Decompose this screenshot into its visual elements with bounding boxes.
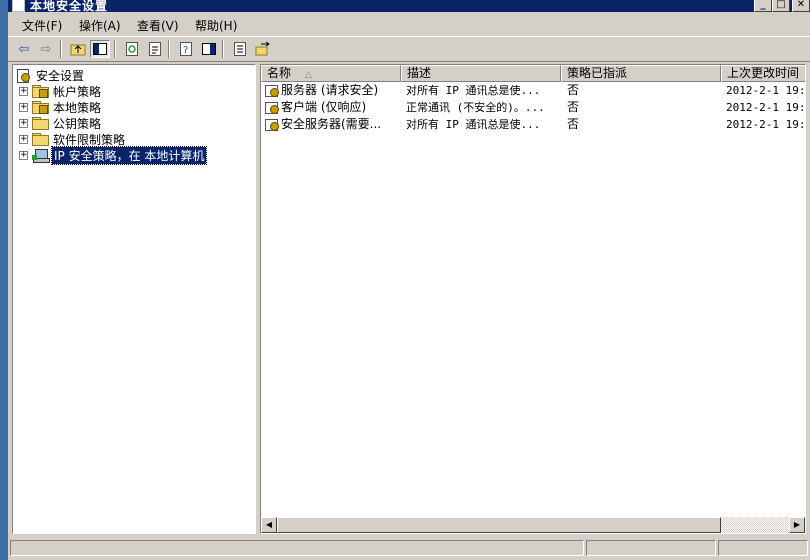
scroll-right-button[interactable]: ▶ — [789, 517, 805, 533]
cell-assigned: 否 — [567, 83, 580, 97]
status-cell-main — [10, 540, 584, 556]
scroll-track[interactable] — [721, 517, 789, 533]
expand-icon[interactable]: + — [19, 118, 28, 128]
tree-item-account-policy[interactable]: + 帐户策略 — [19, 83, 103, 99]
tree-item-local-policy[interactable]: + 本地策略 — [19, 99, 103, 115]
toolbar-separator — [60, 40, 62, 58]
cell-assigned: 否 — [567, 117, 580, 131]
folder-icon — [32, 117, 49, 130]
list-pane[interactable]: 名称 △ 描述 策略已指派 上次更改时间 服务器 (请求安全) 对所有 IP 通讯… — [260, 64, 806, 534]
list-row[interactable]: 客户端 (仅响应) 正常通讯 (不安全的)。... 否 2012-2-1 19:… — [261, 99, 806, 116]
app-icon — [12, 0, 25, 12]
column-header-label: 名称 — [267, 66, 292, 80]
tree-item-label: 软件限制策略 — [53, 132, 126, 147]
policy-icon — [265, 101, 279, 114]
cell-modified: 2012-2-1 19:5 — [726, 84, 806, 97]
column-header-modified[interactable]: 上次更改时间 — [721, 65, 805, 82]
cell-modified: 2012-2-1 19:5 — [726, 101, 806, 114]
menu-bar: 文件(F) 操作(A) 查看(V) 帮助(H) — [8, 12, 810, 36]
menu-action[interactable]: 操作(A) — [79, 17, 121, 34]
back-icon[interactable]: ⇦ — [14, 40, 34, 58]
cell-name: 安全服务器(需要... — [265, 116, 399, 133]
cell-name: 服务器 (请求安全) — [265, 82, 399, 99]
column-header-name[interactable]: 名称 △ — [261, 65, 401, 82]
help-icon[interactable]: ? — [176, 40, 196, 58]
cell-modified: 2012-2-1 19:5 — [726, 118, 806, 131]
policy-icon — [265, 118, 279, 131]
toolbar-separator — [168, 40, 170, 58]
scroll-left-button[interactable]: ◀ — [261, 517, 277, 533]
menu-file[interactable]: 文件(F) — [22, 17, 62, 34]
menu-view[interactable]: 查看(V) — [137, 17, 179, 34]
cell-description: 正常通讯 (不安全的)。... — [406, 101, 545, 114]
tree-pane[interactable]: 安全设置 + 帐户策略 + 本地策略 + 公钥策略 + 软件限制策略 + IP … — [12, 64, 256, 534]
cell-assigned: 否 — [567, 100, 580, 114]
list-row[interactable]: 服务器 (请求安全) 对所有 IP 通讯总是使... 否 2012-2-1 19… — [261, 82, 806, 99]
tree-root-label: 安全设置 — [36, 68, 85, 83]
close-button[interactable]: ✕ — [792, 0, 810, 12]
minimize-button[interactable]: _ — [754, 0, 772, 12]
title-bar[interactable]: 本地安全设置 _ □ ✕ — [8, 0, 810, 13]
tree-root[interactable]: 安全设置 — [15, 67, 86, 83]
action-pane-icon[interactable] — [199, 40, 219, 58]
maximize-button[interactable]: □ — [772, 0, 790, 12]
ip-security-icon — [32, 148, 50, 163]
show-hide-tree-icon[interactable] — [90, 40, 110, 58]
properties-icon[interactable] — [230, 40, 250, 58]
horizontal-scrollbar[interactable]: ◀ ▶ — [261, 517, 805, 533]
toolbar-separator — [222, 40, 224, 58]
toolbar: ⇦ ⇨ ? — [8, 36, 810, 62]
column-header-label: 描述 — [407, 66, 432, 80]
column-header-description[interactable]: 描述 — [401, 65, 561, 82]
tree-item-label: IP 安全策略，在 本地计算机 — [50, 145, 208, 165]
expand-icon[interactable]: + — [19, 86, 28, 96]
export-list-icon[interactable] — [145, 40, 165, 58]
toolbar-separator — [114, 40, 116, 58]
policy-icon — [265, 84, 279, 97]
status-cell-3 — [718, 540, 808, 556]
main-window: 本地安全设置 _ □ ✕ 文件(F) 操作(A) 查看(V) 帮助(H) ⇦ ⇨… — [8, 0, 810, 560]
list-header: 名称 △ 描述 策略已指派 上次更改时间 — [261, 65, 805, 82]
sort-up-icon: △ — [305, 70, 312, 80]
folder-lock-icon — [32, 85, 49, 98]
tree-item-ip-security[interactable]: + IP 安全策略，在 本地计算机 — [19, 145, 208, 165]
cell-description: 对所有 IP 通讯总是使... — [406, 118, 541, 131]
expand-icon[interactable]: + — [19, 102, 28, 112]
column-header-label: 上次更改时间 — [727, 66, 800, 80]
folder-icon — [32, 133, 49, 146]
tree-item-software-restriction[interactable]: + 软件限制策略 — [19, 131, 127, 147]
status-bar — [8, 538, 810, 558]
assign-icon[interactable] — [253, 40, 273, 58]
column-header-label: 策略已指派 — [567, 66, 628, 80]
tree-item-label: 公钥策略 — [53, 116, 102, 131]
svg-text:?: ? — [183, 45, 188, 56]
status-cell-2 — [586, 540, 716, 556]
folder-lock-icon — [32, 101, 49, 114]
tree-item-label: 帐户策略 — [53, 84, 102, 99]
forward-icon[interactable]: ⇨ — [36, 40, 56, 58]
scroll-thumb[interactable] — [277, 517, 721, 533]
column-header-assigned[interactable]: 策略已指派 — [561, 65, 721, 82]
security-settings-icon — [15, 68, 31, 83]
menu-help[interactable]: 帮助(H) — [195, 17, 237, 34]
cell-description: 对所有 IP 通讯总是使... — [406, 84, 541, 97]
refresh-icon[interactable] — [122, 40, 142, 58]
list-row[interactable]: 安全服务器(需要... 对所有 IP 通讯总是使... 否 2012-2-1 1… — [261, 116, 806, 133]
expand-icon[interactable]: + — [19, 150, 28, 160]
cell-name: 客户端 (仅响应) — [265, 99, 399, 116]
tree-item-label: 本地策略 — [53, 100, 102, 115]
up-folder-icon[interactable] — [68, 40, 88, 58]
tree-item-public-key-policy[interactable]: + 公钥策略 — [19, 115, 103, 131]
expand-icon[interactable]: + — [19, 134, 28, 144]
